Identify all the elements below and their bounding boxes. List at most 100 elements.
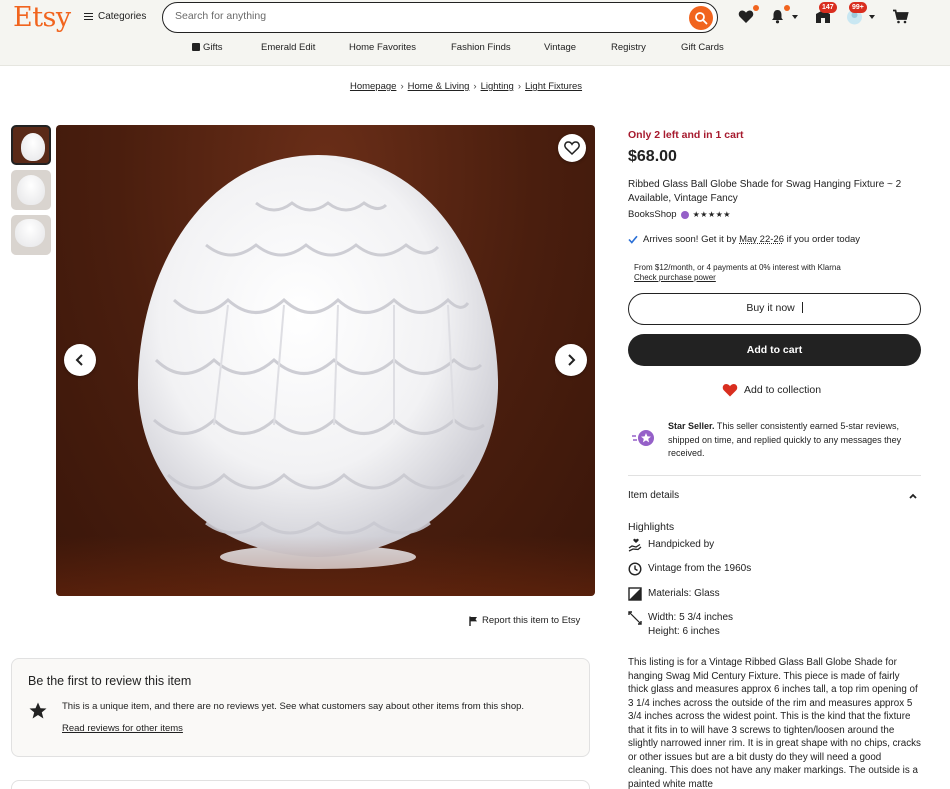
read-reviews-link[interactable]: Read reviews for other items [62, 723, 183, 734]
report-item-label: Report this item to Etsy [482, 615, 581, 626]
height-text: Height: 6 inches [648, 625, 720, 637]
caret-down-icon [792, 15, 798, 19]
materials-icon [628, 587, 642, 601]
shop-info: BooksShop ★★★★★ [628, 209, 731, 220]
chevron-right-icon: › [473, 81, 477, 92]
search-input[interactable] [175, 10, 675, 22]
width-text: Width: 5 3/4 inches [648, 612, 734, 623]
check-icon [628, 235, 638, 244]
clock-icon [628, 562, 642, 576]
search-button[interactable] [689, 6, 713, 30]
breadcrumb-link[interactable]: Homepage [350, 81, 396, 92]
item-details-toggle[interactable]: Item details [628, 490, 679, 501]
cart-icon [893, 9, 909, 24]
star-seller-badge-icon [680, 210, 689, 219]
next-section-card [11, 780, 590, 789]
hand-heart-icon [628, 538, 642, 552]
star-seller-label: Star Seller. [668, 421, 715, 431]
shop-name[interactable]: BooksShop [628, 209, 677, 220]
add-to-collection-label: Add to collection [744, 384, 822, 396]
nav-fashion-finds[interactable]: Fashion Finds [451, 42, 511, 53]
check-purchase-power-link[interactable]: Check purchase power [634, 273, 841, 283]
thumbnail-image [15, 219, 45, 247]
thumbnail-image [21, 133, 45, 161]
next-image-button[interactable] [555, 344, 587, 376]
nav-vintage[interactable]: Vintage [544, 42, 576, 53]
notifications-button[interactable] [770, 5, 798, 27]
highlight-dimensions: Width: 5 3/4 inches Height: 6 inches [628, 611, 733, 638]
divider [628, 475, 921, 476]
thumbnail-image [17, 175, 45, 205]
notifications-dot [784, 5, 790, 11]
buy-it-now-button[interactable]: Buy it now [628, 293, 921, 325]
menu-icon [84, 13, 93, 20]
breadcrumb-link[interactable]: Lighting [481, 81, 514, 92]
heart-outline-icon [564, 141, 580, 155]
add-to-cart-button[interactable]: Add to cart [628, 334, 921, 366]
search-icon [695, 12, 708, 25]
add-to-collection-button[interactable]: Add to collection [722, 383, 821, 397]
dimensions-icon [628, 611, 642, 625]
categories-button[interactable]: Categories [84, 11, 146, 22]
product-price: $68.00 [628, 148, 677, 165]
thumbnail-2[interactable] [11, 170, 51, 210]
category-nav: Gifts Emerald Edit Home Favorites Fashio… [0, 42, 950, 58]
delivery-prefix: Arrives soon! Get it by [643, 234, 740, 245]
star-seller-text: Star Seller. This seller consistently ea… [668, 420, 924, 461]
highlight-text: Vintage from the 1960s [648, 563, 752, 574]
categories-label: Categories [98, 11, 147, 22]
favorites-button[interactable] [738, 5, 759, 27]
nav-registry[interactable]: Registry [611, 42, 646, 53]
highlight-materials: Materials: Glass [628, 587, 720, 601]
previous-image-button[interactable] [64, 344, 96, 376]
stock-notice: Only 2 left and in 1 cart [628, 129, 744, 141]
breadcrumb: Homepage › Home & Living › Lighting › Light Fi… [0, 81, 932, 92]
delivery-suffix: if you order today [783, 234, 861, 245]
buy-it-now-label: Buy it now [746, 302, 795, 314]
account-button[interactable]: 99+ [846, 2, 875, 28]
breadcrumb-link[interactable]: Home & Living [408, 81, 470, 92]
product-image [56, 125, 595, 596]
highlight-text: Materials: Glass [648, 588, 720, 599]
favorites-dot [753, 5, 759, 11]
gift-icon [192, 43, 200, 51]
shop-manager-button[interactable]: 147 [815, 2, 837, 27]
product-description: This listing is for a Vintage Ribbed Gla… [628, 657, 921, 789]
caret-down-icon [869, 15, 875, 19]
klarna-info: From $12/month, or 4 payments at 0% inte… [634, 263, 841, 283]
highlight-handpicked: Handpicked by [628, 538, 714, 552]
account-badge: 99+ [849, 2, 867, 13]
site-header: Etsy Categories 147 99+ Gifts Emerald Ed… [0, 0, 950, 66]
reviews-card: Be the first to review this item This is… [11, 658, 590, 757]
etsy-logo[interactable]: Etsy [13, 2, 71, 33]
bell-icon [772, 10, 783, 24]
thumbnail-1[interactable] [11, 125, 51, 165]
cart-button[interactable] [892, 9, 909, 27]
thumbnail-3[interactable] [11, 215, 51, 255]
table-surface [56, 536, 595, 596]
delivery-date[interactable]: May 22-26 [739, 234, 784, 245]
star-seller-icon [632, 430, 654, 446]
favorite-button[interactable] [558, 134, 586, 162]
breadcrumb-link[interactable]: Light Fixtures [525, 81, 582, 92]
reviews-title: Be the first to review this item [28, 674, 192, 688]
nav-gift-cards[interactable]: Gift Cards [681, 42, 724, 53]
shop-badge: 147 [819, 2, 837, 13]
chevron-left-icon [75, 354, 83, 366]
report-item-link[interactable]: Report this item to Etsy [469, 615, 580, 626]
nav-home-favorites[interactable]: Home Favorites [349, 42, 416, 53]
klarna-text: From $12/month, or 4 payments at 0% inte… [634, 263, 841, 272]
chevron-up-icon[interactable] [908, 492, 918, 500]
highlight-text: Width: 5 3/4 inches Height: 6 inches [648, 611, 733, 638]
highlight-text: Handpicked by [648, 539, 715, 550]
flag-icon [469, 616, 477, 626]
glass-globe-shade-image [137, 155, 499, 569]
product-title: Ribbed Glass Ball Globe Shade for Swag H… [628, 179, 902, 204]
shop-rating[interactable]: ★★★★★ [693, 210, 731, 219]
star-icon [29, 702, 47, 719]
nav-emerald-edit[interactable]: Emerald Edit [261, 42, 315, 53]
highlight-vintage: Vintage from the 1960s [628, 562, 751, 576]
chevron-right-icon: › [400, 81, 404, 92]
text-cursor [801, 302, 803, 313]
nav-gifts[interactable]: Gifts [192, 42, 223, 53]
